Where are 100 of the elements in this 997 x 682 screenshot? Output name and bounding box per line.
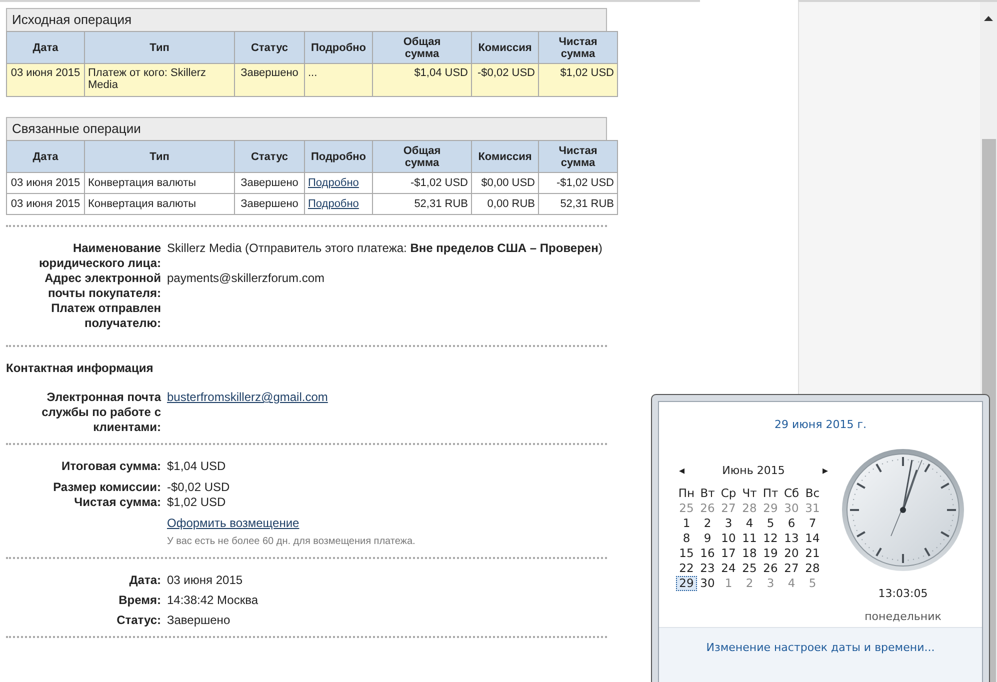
field-value: 14:38:42 Москва [167,593,258,607]
field-label: Размер комиссии: [52,480,161,495]
field-label: Время: [118,593,161,608]
calendar-day[interactable]: 6 [781,516,802,531]
field-value: Завершено [167,613,230,627]
table-cell: Завершено [234,194,304,214]
weekday-label: Вт [699,486,716,501]
calendar-day[interactable]: 21 [802,546,823,561]
calendar-day[interactable]: 8 [676,531,697,546]
calendar-day[interactable]: 24 [718,561,739,576]
clock-time: 13:03:05 [878,587,928,600]
date-link[interactable]: 29 июня 2015 г. [659,418,982,431]
column-header: Общая сумма [372,140,472,172]
table-cell: 0,00 RUB [472,194,538,214]
email-link[interactable]: busterfromskillerz@gmail.com [167,390,328,404]
weekday-label: Ср [720,486,738,501]
calendar-day[interactable]: 20 [781,546,802,561]
calendar-day[interactable]: 9 [697,531,718,546]
refund-note: У вас есть не более 60 дн. для возмещения платежа. [167,536,416,547]
table-cell: $1,04 USD [372,64,472,96]
column-header: Комиссия [472,140,538,172]
calendar-day[interactable]: 1 [676,516,697,531]
calendar-day[interactable]: 12 [760,531,781,546]
section-title: Исходная операция [6,8,607,31]
table-cell: Завершено [234,172,304,194]
calendar-day[interactable]: 16 [697,546,718,561]
calendar-day[interactable]: 5 [760,516,781,531]
field-value: Skillerz Media (Отправитель этого платежа: Вне пределов США – Проверен) [167,241,602,255]
scroll-up-icon[interactable] [984,16,993,21]
table-cell: $0,00 USD [472,172,538,194]
field-label: Итоговая сумма: [60,459,161,475]
table-cell: 03 июня 2015 [6,64,84,96]
month-title[interactable]: Июнь 2015 [722,464,785,477]
column-header: Комиссия [472,32,538,64]
column-header: Чистая сумма [538,140,618,172]
field-value: -$0,02 USD [167,480,230,494]
calendar-day[interactable]: 25 [739,561,760,576]
next-month-button[interactable]: ▸ [822,464,828,477]
column-header: Общая сумма [372,32,472,64]
section-title: Контактная информация [6,361,154,375]
table-cell: -$1,02 USD [372,172,472,194]
column-header: Подробно [304,32,372,64]
table-cell: ... [308,67,318,79]
table-cell: 03 июня 2015 [6,172,84,194]
calendar-day[interactable]: 18 [739,546,760,561]
column-header: Статус [234,32,304,64]
column-header: Статус [234,140,304,172]
calendar-day[interactable]: 29 [676,576,697,591]
field-value: 03 июня 2015 [167,573,243,587]
column-header: Чистая сумма [538,32,618,64]
calendar-day[interactable]: 28 [802,561,823,576]
table-cell: Завершено [234,64,304,96]
calendar-day[interactable]: 11 [739,531,760,546]
table-cell: 52,31 RUB [538,194,618,214]
calendar-day[interactable]: 23 [697,561,718,576]
column-header: Дата [6,32,84,64]
previous-month-button[interactable]: ◂ [679,464,685,477]
field-label: Статус: [116,613,161,628]
table-cell: $1,02 USD [538,64,618,96]
calendar-day[interactable]: 7 [802,516,823,531]
refund-link[interactable]: Оформить возмещение [167,516,300,530]
field-label: Дата: [128,573,161,588]
field-value: payments@skillerzforum.com [167,271,325,285]
weekday-label: Пт [762,486,780,501]
table-cell: Конвертация валюты [84,194,234,214]
table-cell: Конвертация валюты [84,172,234,194]
calendar-day[interactable]: 30 [697,576,718,591]
column-header: Подробно [304,140,372,172]
table-cell: Платеж от кого: Skillerz Media [84,64,234,96]
field-value: $1,02 USD [167,495,226,509]
calendar-day[interactable]: 13 [781,531,802,546]
calendar-day[interactable]: 10 [718,531,739,546]
calendar-day[interactable]: 3 [718,516,739,531]
calendar-day[interactable]: 22 [676,561,697,576]
field-label: Адрес электронной почты покупателя: [44,271,161,301]
calendar-day[interactable]: 17 [718,546,739,561]
weekday-label: Сб [782,486,800,501]
calendar-day[interactable]: 2 [697,516,718,531]
section-title: Связанные операции [6,117,607,140]
calendar-day[interactable]: 27 [781,561,802,576]
calendar-day[interactable]: 15 [676,546,697,561]
field-label: Платеж отправлен получателю: [50,301,161,331]
calendar-day[interactable]: 4 [739,516,760,531]
field-label: Чистая сумма: [73,495,161,510]
field-label: Электронная почта службы по работе с клиентами: [40,390,161,435]
calendar-day[interactable]: 14 [802,531,823,546]
column-header: Тип [84,140,234,172]
table-cell: 03 июня 2015 [6,194,84,214]
settings-link[interactable]: Изменение настроек даты и времени... [706,641,935,654]
weekday-label: Чт [741,486,758,501]
table-cell: -$0,02 USD [472,64,538,96]
weekday-label: Пн [677,486,696,501]
field-value: $1,04 USD [167,459,226,473]
weekday-label: Вс [804,486,821,501]
calendar-day[interactable]: 26 [760,561,781,576]
column-header: Дата [6,140,84,172]
calendar-day[interactable]: 19 [760,546,781,561]
table-cell: 52,31 RUB [372,194,472,214]
weekday-name: понедельник [864,610,942,623]
table-cell: -$1,02 USD [538,172,618,194]
